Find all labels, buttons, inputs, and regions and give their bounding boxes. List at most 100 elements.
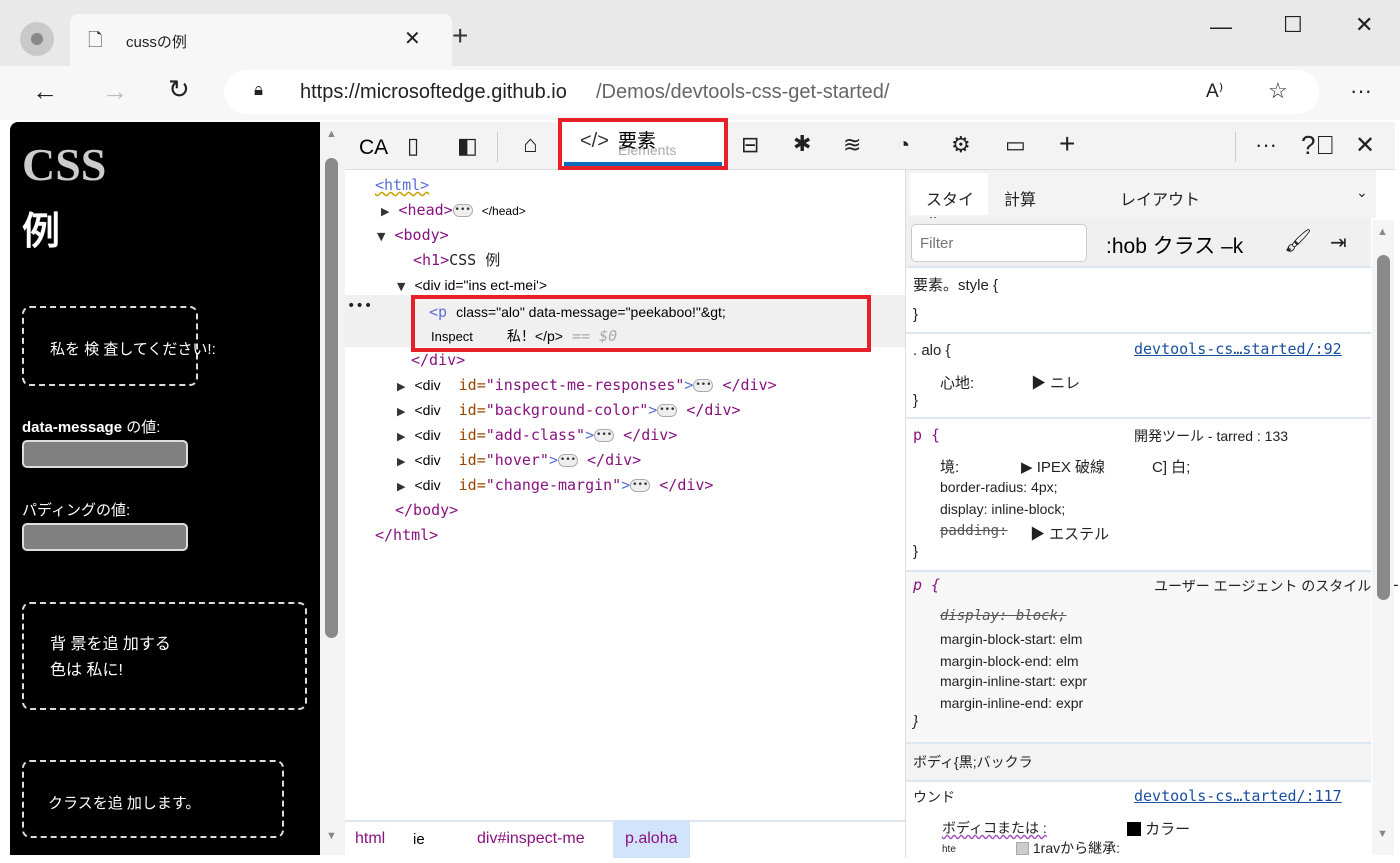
checkbox[interactable] (1016, 842, 1029, 855)
body-property[interactable]: ボディコまたは : (942, 818, 1047, 838)
p-source[interactable]: 開発ツール - tarred : 133 (1134, 426, 1288, 446)
scroll-thumb[interactable] (325, 158, 338, 638)
div-node[interactable]: ▶ <div id="add-class"> ••• </div> (397, 423, 677, 448)
row-actions-icon[interactable]: ••• (347, 298, 372, 314)
close-tab-icon[interactable]: ✕ (404, 26, 421, 51)
more-tools-plus-icon[interactable]: + (1059, 128, 1075, 160)
border-property[interactable]: 境: (940, 456, 959, 477)
refresh-button[interactable]: ↻ (168, 74, 190, 105)
div-node[interactable]: ▶ <div id="inspect-me-responses"> ••• </d… (397, 373, 777, 398)
tab-layout[interactable]: レイアウト (1120, 186, 1200, 210)
forward-button[interactable]: → (102, 76, 128, 107)
inspect-tool-button[interactable]: CA (359, 136, 388, 160)
html-close: </html> (375, 526, 439, 544)
bg-line2: 色は 私に! (50, 662, 123, 679)
filter-input[interactable] (911, 224, 1087, 262)
address-bar[interactable]: 🔒︎ https://microsoftedge.github.io /Demo… (224, 70, 1319, 114)
tab-styles[interactable]: スタイル (910, 173, 988, 233)
color-swatch[interactable] (1127, 822, 1141, 836)
alo-selector[interactable]: . alo { (913, 342, 951, 359)
background-color-box[interactable]: 背 景を追 加する 色は 私に! (22, 602, 307, 710)
hov-cls-toggles[interactable]: :hob クラス –k (1106, 230, 1243, 260)
ellipsis-icon[interactable]: ••• (452, 204, 473, 217)
head-close: </head> (481, 204, 526, 218)
breadcrumb-html[interactable]: html (355, 830, 385, 848)
head-tag: <head> (398, 201, 453, 219)
body-value[interactable]: カラー (1127, 818, 1190, 839)
ellipsis-icon[interactable]: ••• (594, 429, 615, 442)
inspect-me-box[interactable]: 私を 検 査してください!: (22, 306, 216, 386)
border-color[interactable]: C] 白; (1152, 456, 1190, 477)
maximize-button[interactable]: ☐ (1283, 12, 1303, 38)
close-window-button[interactable]: ✕ (1355, 12, 1373, 38)
application-icon[interactable]: ▭ (1005, 132, 1026, 158)
expand-triangle-icon[interactable]: ▶ (397, 430, 405, 443)
scroll-thumb[interactable] (1377, 255, 1390, 600)
h1-node[interactable]: <h1>CSS 例 (413, 248, 500, 273)
back-button[interactable]: ← (32, 76, 58, 107)
ellipsis-icon[interactable]: ••• (657, 404, 678, 417)
tab-elements[interactable]: </> Elements 要素 (558, 118, 728, 170)
bug-icon[interactable]: ✱ (793, 131, 811, 157)
breadcrumb-div[interactable]: div#inspect-me (477, 830, 585, 848)
more-options-icon[interactable]: ··· (1255, 132, 1277, 158)
body-source-link[interactable]: devtools-cs…tarted/:117 (1134, 787, 1342, 805)
alo-property[interactable]: 心地: (940, 372, 974, 393)
profile-avatar[interactable] (20, 22, 54, 56)
ellipsis-icon[interactable]: ••• (693, 379, 714, 392)
border-radius-property[interactable]: border-radius: 4px; (940, 479, 1058, 495)
body-node[interactable]: ▼ <body> (377, 223, 449, 248)
wifi-network-icon[interactable]: ≋ (843, 132, 861, 158)
p-node[interactable]: <p class="alo" data-message="peekaboo!"&… (429, 300, 726, 325)
page-heading: CSS (22, 139, 107, 190)
head-node[interactable]: ▶ <head> ••• </head> (381, 198, 526, 223)
border-value[interactable]: ▶ IPEX 破線 (1021, 456, 1105, 477)
tab-computed[interactable]: 計算 (1004, 186, 1036, 210)
minimize-button[interactable]: — (1210, 14, 1232, 40)
padding-property[interactable]: padding: (940, 523, 1007, 539)
breadcrumb-p[interactable]: p.aloha (613, 820, 690, 858)
console-icon[interactable]: ⊟ (741, 132, 759, 158)
browser-tab[interactable]: 🗋 cussの例 ✕ (70, 14, 452, 66)
toggle-sidebar-icon[interactable]: ⇥ (1330, 230, 1347, 255)
expand-triangle-icon[interactable]: ▶ (397, 405, 405, 418)
breadcrumb-body[interactable]: ie (413, 831, 425, 848)
div-node[interactable]: ▶ <div id="change-margin"> ••• </div> (397, 473, 713, 498)
div-node[interactable]: ▶ <div id="hover"> ••• </div> (397, 448, 641, 473)
page-scrollbar[interactable]: ▲ ▼ (320, 122, 345, 855)
alo-value[interactable]: ▶ ニレ (1031, 372, 1080, 393)
paintbrush-icon[interactable]: 🖌︎ (1284, 228, 1312, 254)
div-node[interactable]: ▶ <div id="background-color"> ••• </div> (397, 398, 741, 423)
padding-value[interactable]: ▶ エステル (1030, 523, 1109, 544)
alo-source-link[interactable]: devtools-cs…started/:92 (1134, 340, 1342, 358)
more-menu-button[interactable]: ··· (1350, 78, 1372, 104)
padding-input[interactable] (22, 523, 188, 551)
attr-name: id= (458, 376, 486, 394)
data-message-input[interactable] (22, 440, 188, 468)
body-selector[interactable]: ウンド (913, 787, 955, 807)
ellipsis-icon[interactable]: ••• (557, 454, 578, 467)
close-devtools-icon[interactable]: ✕ (1355, 131, 1375, 160)
dock-side-icon[interactable]: ◧ (457, 133, 478, 159)
styles-scrollbar[interactable]: ▲ ▼ (1372, 220, 1394, 855)
ellipsis-icon[interactable]: ••• (630, 479, 651, 492)
read-aloud-icon[interactable]: A⁾ (1206, 80, 1223, 103)
welcome-home-icon[interactable]: ⌂ (523, 131, 538, 159)
expand-triangle-icon[interactable]: ▶ (397, 380, 405, 393)
favorite-star-icon[interactable]: ☆ (1268, 78, 1288, 104)
expand-triangle-icon[interactable]: ▶ (397, 480, 405, 493)
ua-prop: margin-block-start: elm (940, 631, 1083, 647)
memory-chip-icon[interactable]: ⚙ (951, 132, 971, 158)
element-style-selector[interactable]: 要素。style { (913, 274, 998, 295)
device-emulation-icon[interactable]: ▯ (407, 133, 419, 159)
display-property[interactable]: display: inline-block; (940, 501, 1065, 517)
add-class-box[interactable]: クラスを追 加します。 (22, 760, 284, 838)
performance-icon[interactable]: ◔ (897, 132, 910, 158)
help-icon[interactable]: ?⃝ (1301, 130, 1335, 161)
p-selector[interactable]: p { (913, 426, 940, 444)
ua-source: ユーザー エージェント のスタイルシート (1154, 578, 1400, 594)
chevron-down-icon[interactable]: ⌄ (1356, 184, 1368, 201)
html-node[interactable]: <html> (375, 176, 429, 194)
new-tab-button[interactable]: + (452, 20, 468, 52)
expand-triangle-icon[interactable]: ▶ (397, 455, 405, 468)
